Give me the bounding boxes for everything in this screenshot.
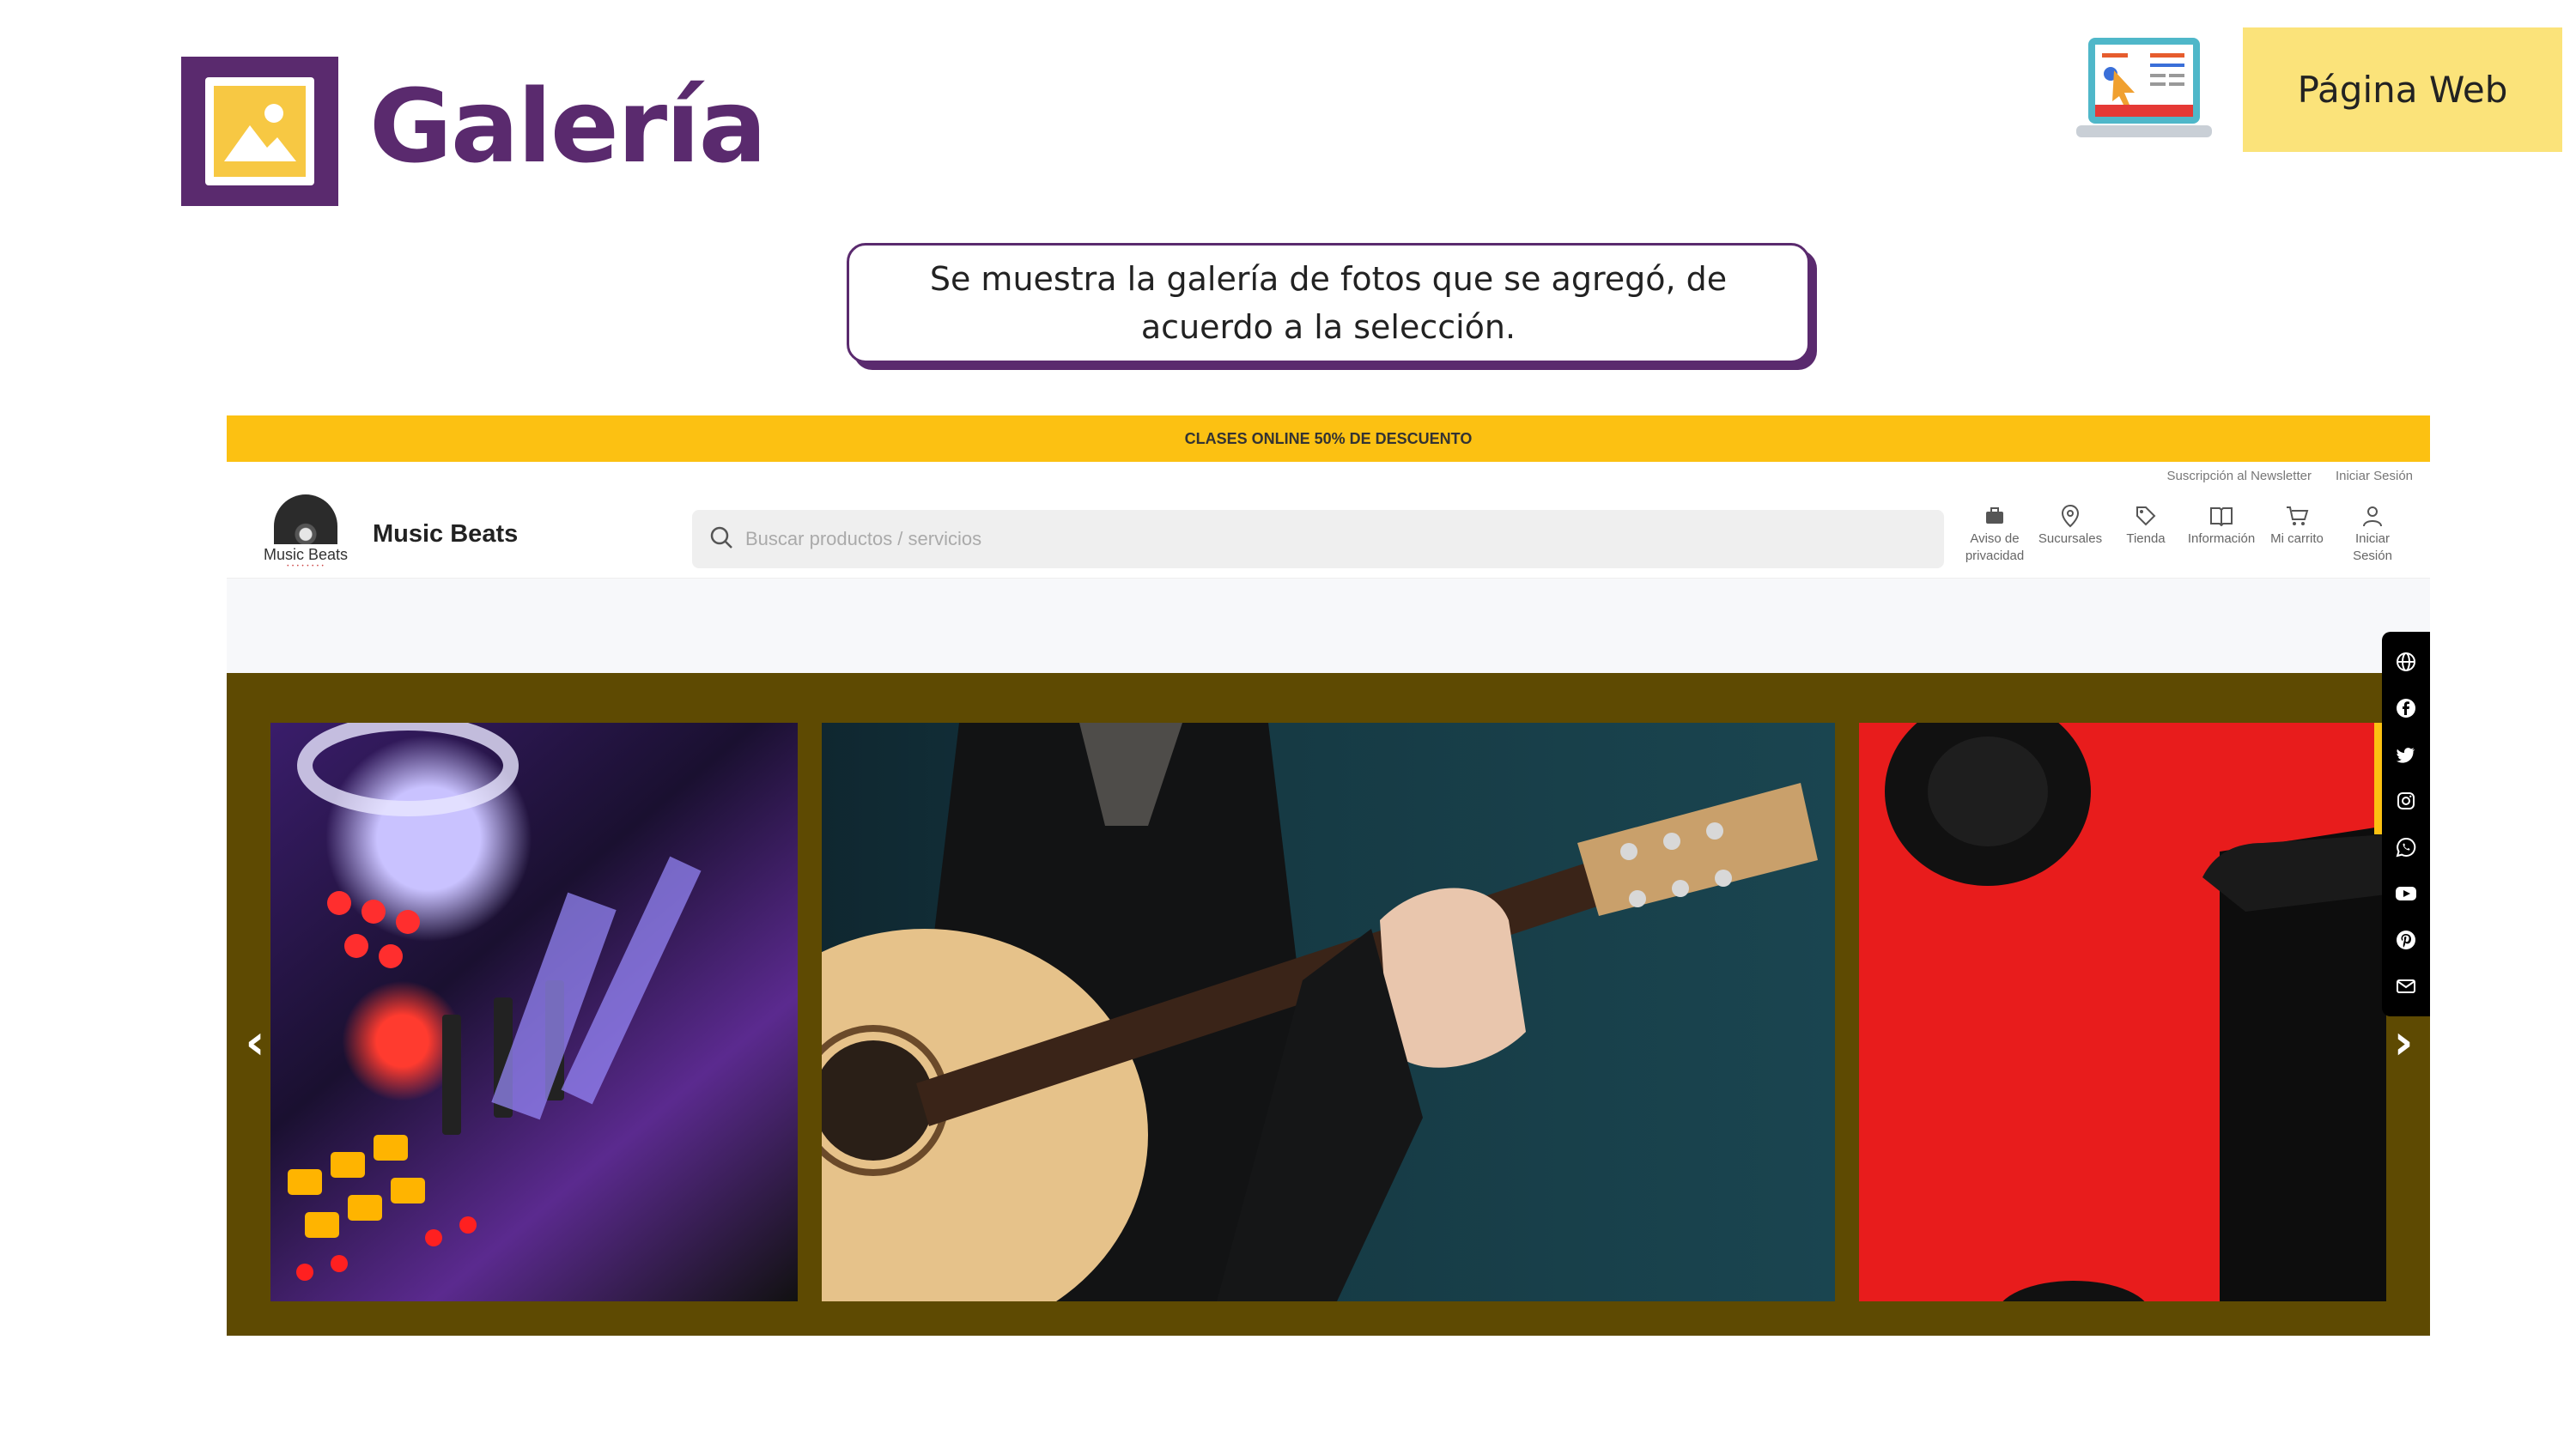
brand-name[interactable]: Music Beats [373,520,518,549]
facebook-icon[interactable] [2395,697,2417,719]
photo-gallery: ‹ › [227,673,2430,1336]
nav-item-branches[interactable]: Sucursales [2035,501,2105,565]
logo-text: Music Beats [263,546,349,563]
laptop-icon [2076,36,2212,141]
pinterest-icon[interactable] [2395,929,2417,951]
login-link[interactable]: Iniciar Sesión [2336,469,2413,483]
nav-item-login[interactable]: Iniciar Sesión [2337,501,2408,565]
twitter-icon[interactable] [2395,743,2417,766]
callout-box: Se muestra la galería de fotos que se ag… [847,243,1810,363]
nav-item-info[interactable]: Información [2186,501,2257,565]
top-links: Suscripción al Newsletter Iniciar Sesión [2167,469,2413,483]
site-navbar: Music Beats • • • • • • • • Music Beats … [227,484,2430,579]
nav-label: Sucursales [2038,531,2103,546]
gallery-prev-arrow[interactable]: ‹ [234,1015,276,1070]
social-sidebar [2382,632,2430,1016]
gallery-next-arrow[interactable]: › [2382,1015,2425,1070]
globe-icon[interactable] [2395,651,2417,673]
book-icon [2186,501,2257,530]
logo-tagline: • • • • • • • • [287,564,325,569]
nav-label: Tienda [2126,531,2166,546]
user-icon [2337,501,2408,530]
headphones-phone-photo[interactable] [1859,723,2386,1301]
nav-item-cart[interactable]: Mi carrito [2262,501,2332,565]
nav-label: Aviso de privacidad [1965,531,2025,563]
nav-item-privacy[interactable]: Aviso de privacidad [1959,501,2030,565]
slide: Galería Página Web Se muestra la galería… [0,0,2576,1449]
nav-label: Iniciar Sesión [2353,531,2392,563]
whatsapp-icon[interactable] [2395,836,2417,858]
search-input[interactable]: Buscar productos / servicios [745,528,981,550]
youtube-icon[interactable] [2395,882,2417,905]
nav-item-store[interactable]: Tienda [2111,501,2181,565]
promo-banner[interactable]: CLASES ONLINE 50% DE DESCUENTO [227,415,2430,462]
cart-icon [2262,501,2332,530]
vinyl-record-icon [274,494,337,544]
dj-mixer-photo[interactable] [270,723,798,1301]
mail-icon[interactable] [2395,975,2417,997]
tag-icon [2111,501,2181,530]
site-logo[interactable]: Music Beats • • • • • • • • [261,494,350,582]
briefcase-icon [1959,501,2030,530]
location-pin-icon [2035,501,2105,530]
page-title: Galería [369,67,767,185]
nav-label: Mi carrito [2270,531,2324,546]
search-icon [709,525,733,553]
instagram-icon[interactable] [2395,790,2417,812]
nav-label: Información [2187,531,2256,546]
nav-items: Aviso de privacidad Sucursales Tienda In… [1959,501,2408,565]
spacer-band [227,579,2430,673]
website-screenshot: CLASES ONLINE 50% DE DESCUENTO Music Bea… [227,415,2430,1336]
newsletter-link[interactable]: Suscripción al Newsletter [2167,469,2312,483]
acoustic-guitar-photo[interactable] [822,723,1835,1301]
gallery-image-icon [181,57,338,206]
search-bar[interactable]: Buscar productos / servicios [692,510,1944,568]
web-page-badge: Página Web [2243,27,2562,152]
